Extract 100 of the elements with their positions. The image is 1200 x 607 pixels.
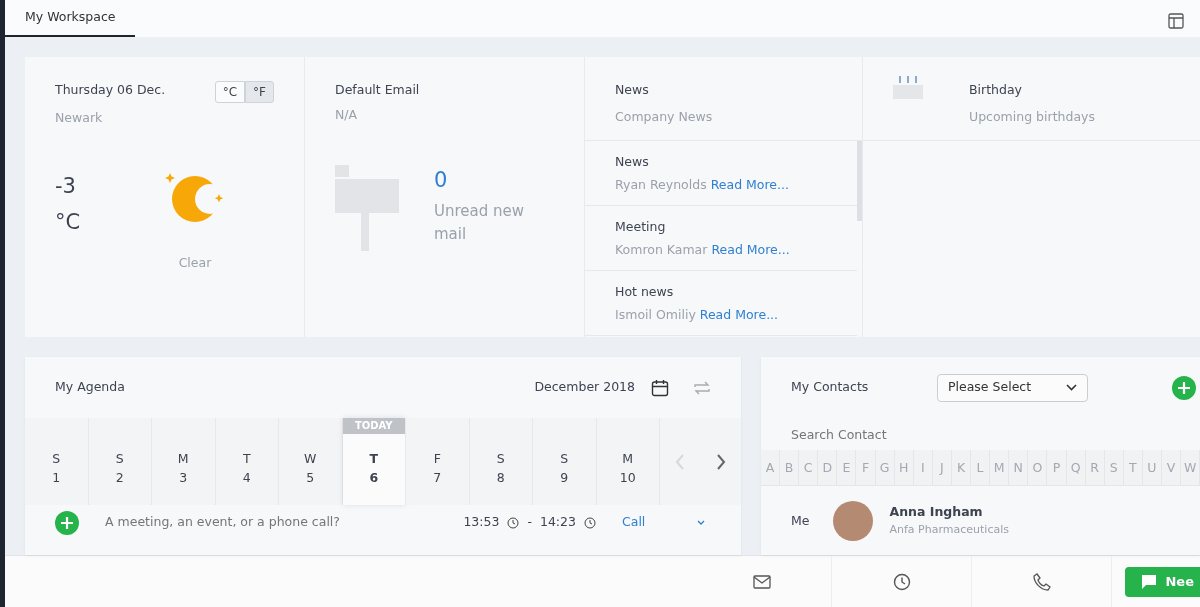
day-number: 7 <box>432 468 443 487</box>
today-label: TODAY <box>342 418 405 434</box>
read-more-link[interactable]: Read More... <box>711 241 790 257</box>
day-number: 8 <box>495 468 506 487</box>
workspace-tab[interactable]: My Workspace <box>5 0 136 37</box>
layout-icon[interactable] <box>1168 13 1184 29</box>
event-type-dropdown[interactable]: Call <box>616 512 711 533</box>
news-subtitle: Company News <box>615 107 714 126</box>
letter-filter[interactable]: E <box>837 450 857 485</box>
chevron-right-icon[interactable] <box>715 453 726 470</box>
day-cell[interactable]: S 9 <box>533 418 597 505</box>
day-number: 1 <box>51 468 62 487</box>
agenda-title: My Agenda <box>55 378 125 397</box>
letter-filter[interactable]: B <box>780 450 800 485</box>
day-cell[interactable]: W 5 <box>279 418 343 505</box>
event-input[interactable]: A meeting, an event, or a phone call? <box>103 512 433 533</box>
time-separator: - <box>527 513 532 532</box>
weekday: W <box>303 450 318 468</box>
letter-filter[interactable]: M <box>990 450 1010 485</box>
weather-condition: Clear <box>178 253 212 272</box>
temperature: -3 <box>55 172 77 200</box>
day-cell[interactable]: S 8 <box>469 418 533 505</box>
day-cell[interactable]: F 7 <box>406 418 470 505</box>
weekday: T <box>241 450 252 468</box>
cake-icon <box>893 75 923 101</box>
contact-name: Anna Ingham <box>889 503 984 522</box>
day-cell[interactable]: T 4 <box>215 418 279 505</box>
email-title: Default Email <box>334 81 421 99</box>
mail-icon[interactable] <box>752 574 771 589</box>
search-contact-field[interactable]: Search Contact <box>761 418 1200 450</box>
letter-filter[interactable]: W <box>1181 450 1200 485</box>
day-cell[interactable]: M 3 <box>152 418 216 505</box>
letter-filter[interactable]: S <box>1104 450 1124 485</box>
birthday-subtitle: Upcoming birthdays <box>969 107 1095 126</box>
agenda-month: December 2018 <box>534 378 635 397</box>
letter-filter[interactable]: V <box>1161 450 1182 485</box>
clock-icon[interactable] <box>892 572 911 591</box>
phone-icon[interactable] <box>1032 572 1051 591</box>
letter-filter[interactable]: L <box>971 450 991 485</box>
add-icon[interactable] <box>1172 375 1196 400</box>
contact-filter-dropdown[interactable]: Please Select <box>937 373 1088 402</box>
letter-filter[interactable]: J <box>932 450 952 485</box>
letter-filter[interactable]: G <box>875 450 895 485</box>
clock-icon[interactable] <box>507 516 520 529</box>
letter-filter[interactable]: Q <box>1066 450 1086 485</box>
news-title: News <box>615 81 650 99</box>
day-cell[interactable]: S 1 <box>25 418 89 505</box>
start-time[interactable]: 13:53 <box>463 513 500 532</box>
unread-count: 0 <box>434 166 449 194</box>
letter-filter[interactable]: H <box>894 450 914 485</box>
unit-toggle[interactable]: °C <box>214 81 246 103</box>
letter-filter[interactable]: K <box>951 450 972 485</box>
weekday: S <box>495 450 506 468</box>
contact-row[interactable]: Me Anna Ingham Anfa Pharmaceuticals <box>761 486 1200 556</box>
unit-toggle[interactable]: °F <box>245 81 274 103</box>
letter-filter[interactable]: D <box>818 450 838 485</box>
add-icon[interactable] <box>55 510 79 535</box>
letter-filter[interactable]: T <box>1123 450 1143 485</box>
news-item-title: News <box>615 153 650 171</box>
temperature-unit: °C <box>55 208 82 236</box>
letter-filter[interactable]: U <box>1142 450 1162 485</box>
letter-filter[interactable]: C <box>799 450 819 485</box>
day-cell[interactable]: S 2 <box>88 418 152 505</box>
scrollbar[interactable] <box>857 141 862 221</box>
avatar <box>833 501 874 541</box>
weekday: S <box>559 450 570 468</box>
chevron-down-icon <box>697 520 705 525</box>
letter-filter[interactable]: O <box>1028 450 1048 485</box>
clock-icon[interactable] <box>584 516 596 529</box>
chat-bubble-icon <box>1141 573 1158 590</box>
weekday: S <box>51 450 62 468</box>
day-number: 10 <box>618 468 637 487</box>
news-author: Komron Kamar <box>615 241 708 257</box>
letter-filter[interactable]: F <box>856 450 876 485</box>
news-item-title: Meeting <box>615 218 667 236</box>
day-cell[interactable]: M 10 <box>596 418 660 505</box>
chat-button[interactable]: Nee <box>1125 566 1200 597</box>
weekday: F <box>432 450 442 468</box>
calendar-icon[interactable] <box>651 378 669 397</box>
weather-city: Newark <box>54 109 104 127</box>
letter-filter[interactable]: A <box>761 450 781 485</box>
letter-filter[interactable]: P <box>1047 450 1067 485</box>
day-number: 4 <box>241 468 252 487</box>
day-number: 3 <box>178 468 189 487</box>
weekday: M <box>621 450 635 468</box>
read-more-link[interactable]: Read More... <box>699 306 779 322</box>
letter-filter[interactable]: R <box>1085 450 1105 485</box>
letter-filter[interactable]: N <box>1009 450 1029 485</box>
contact-label: Me <box>791 511 810 530</box>
news-author: Ismoil Omiliy <box>615 306 696 322</box>
birthday-title: Birthday <box>969 81 1023 99</box>
read-more-link[interactable]: Read More... <box>710 176 789 192</box>
day-cell[interactable]: TODAY T 6 <box>342 418 406 505</box>
end-time[interactable]: 14:23 <box>539 513 576 532</box>
chevron-down-icon <box>1066 384 1077 391</box>
day-number: 9 <box>559 468 570 487</box>
contacts-title: My Contacts <box>791 378 870 397</box>
contact-company: Anfa Pharmaceuticals <box>889 522 1009 539</box>
day-number: 6 <box>368 468 380 487</box>
letter-filter[interactable]: I <box>913 450 933 485</box>
